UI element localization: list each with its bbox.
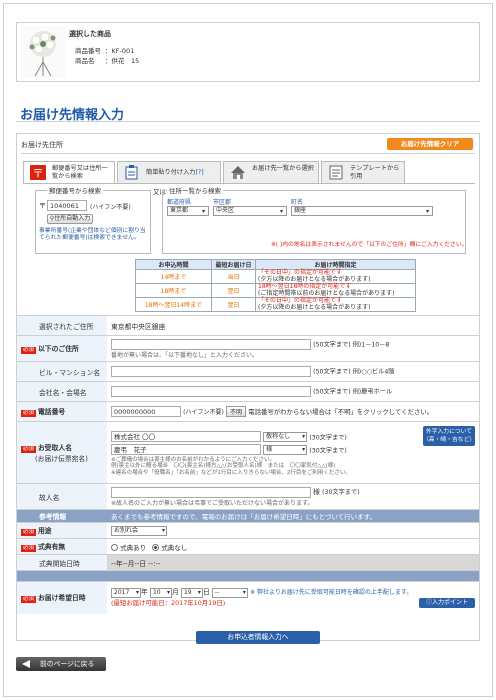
company-input[interactable]: [111, 386, 311, 397]
tab-template[interactable]: テンプレートから引用: [321, 161, 405, 183]
usage-row: 必須 用途 お別れ会 ▾: [17, 522, 479, 539]
earliest-date: (最短お届け可能日：2017年10月19日): [111, 599, 226, 608]
radio-ceremony-yes[interactable]: 式典あり: [111, 544, 146, 552]
delivery-form: お届け先住所 お届け先情報クリア 〒 郵便番号又は住所一覧から検索 簡単貼り付け…: [16, 133, 480, 644]
zip-note: 事業所番号(企業や団体など個別に割り当てられた郵便番号)は検索できません。: [39, 228, 146, 241]
day-select[interactable]: 19 ▾: [180, 588, 203, 599]
auto-fill-button[interactable]: ⚲住所自動入力: [47, 214, 93, 224]
section-divider: [21, 153, 475, 154]
recipient-line1-input[interactable]: [111, 430, 261, 442]
city-select[interactable]: 中央区 ▾: [213, 206, 287, 216]
radio-ceremony-no[interactable]: 式典なし: [152, 544, 187, 552]
address-search-legend: 住所一覧から検索: [167, 185, 223, 195]
city-label: 市区郡: [213, 199, 232, 206]
foreign-char-button[interactable]: 外字入力について（高・崎・吉など）: [423, 426, 475, 446]
document-icon: [328, 165, 344, 180]
honorific-select-1[interactable]: 敬称なし ▾: [263, 432, 308, 443]
postal-mark-icon: 〒: [30, 165, 46, 180]
product-thumbnail: [21, 26, 65, 78]
hour-select[interactable]: -- ▾: [211, 588, 248, 599]
back-button[interactable]: 前のページに戻る: [16, 657, 106, 671]
spacer-bar: [17, 570, 479, 582]
product-code: 商品番号 ：KF-001: [75, 47, 135, 55]
year-select[interactable]: 2017 ▾: [111, 588, 141, 599]
address-search-box: 都道府県 市区郡 町名 東京都 ▾ 中央区 ▾ 銀座 ▾ ※( )内の地名は表示されま…: [162, 190, 468, 254]
submit-button[interactable]: お申込者情報入力へ: [196, 631, 320, 644]
arrow-left-icon: [22, 660, 30, 668]
usage-select[interactable]: お別れ会 ▾: [111, 525, 167, 536]
table-row: 18時～翌日14時まで 翌日 「その日中」の指定が可能です (夕方以降のお届けとな…: [135, 297, 416, 312]
delivery-time-table: お申込時間 最短お届け日 お届け時間指定 14時まで 当日 「その日中」の指定が…: [135, 259, 416, 312]
tab-zip-search[interactable]: 〒 郵便番号又は住所一覧から検索: [23, 161, 115, 183]
town-label: 町名: [291, 199, 304, 206]
address-section-title: お届け先住所: [21, 141, 63, 149]
address-row: 必須 以下のご住所 (50文字まで) 例)1－10－8 番地が無い場合は、「以下番…: [17, 335, 479, 362]
selected-product-box: 選択した商品 商品番号 ：KF-001 商品名 ：供花 15: [16, 22, 480, 82]
spec-header: お届け時間指定: [255, 259, 416, 270]
day-header: 最短お届け日: [211, 259, 256, 270]
clipboard-icon: [124, 165, 140, 180]
address-form-table: 選択されたご住所 東京都中央区銀座 必須 以下のご住所 (50文字まで) 例)1－…: [17, 315, 479, 614]
paste-help-link[interactable]: [?]: [196, 169, 204, 176]
deceased-input[interactable]: [111, 486, 311, 498]
reference-header-row: 参考情報 あくまでも参考情報ですので、電報のお届けは「お届け希望日時」にもとづい…: [17, 509, 479, 523]
address-section-header: お届け先住所 お届け先情報クリア: [17, 134, 479, 152]
zip-hint: (ハイフン不要): [90, 204, 131, 211]
zip-search-legend: 郵便番号から検索: [47, 185, 103, 195]
honorific-select-2[interactable]: 様 ▾: [263, 445, 308, 456]
input-point-button[interactable]: ⓘ入力ポイント: [419, 598, 475, 609]
deceased-row: 故人名 様 (30文字まで) ※故人名のご入力が無い場合は弔事でご受取いただけな…: [17, 483, 479, 510]
zip-search-box: 〒 (ハイフン不要) ⚲住所自動入力 事業所番号(企業や団体など個別に割り当てら…: [35, 190, 151, 254]
chevron-down-icon: ▾: [425, 208, 429, 215]
product-section-title: 選択した商品: [69, 30, 111, 38]
ceremony-start-value: --年--月--日 --:--: [107, 554, 479, 571]
zip-input[interactable]: [47, 200, 87, 211]
address-note: ※( )内の地名は表示されませんので「以下のご住所」欄にご入力ください。: [271, 242, 468, 248]
selected-address-row: 選択されたご住所 東京都中央区銀座: [17, 315, 479, 336]
pref-label: 都道府県: [167, 199, 192, 206]
tab-baseline: [23, 183, 475, 184]
chevron-down-icon: ▾: [161, 526, 165, 534]
phone-input[interactable]: [111, 406, 181, 418]
table-row: 18時まで 翌日 18時～翌日18時の指定が可能です (ご指定時間帯以前のお届けと…: [135, 283, 416, 298]
ceremony-start-row: 式典開始日時 --年--月--日 --:--: [17, 554, 479, 571]
time-header: お申込時間: [135, 259, 212, 270]
pref-select[interactable]: 東京都 ▾: [167, 206, 209, 216]
chevron-down-icon: ▾: [279, 208, 283, 215]
table-row: 14時まで 当日 「その日中」の指定が可能です (夕方以降のお届けとなる場合があり…: [135, 269, 416, 284]
required-badge: 必須: [21, 347, 37, 354]
house-icon: [230, 165, 246, 180]
svg-text:〒: 〒: [33, 167, 44, 180]
tab-paste-input[interactable]: 簡単貼り付け入力[?]: [117, 161, 221, 183]
phone-row: 必須電話番号 (ハイフン不要) 不明 電話番号がわからない場合は「不明」をクリッ…: [17, 401, 479, 422]
title-divider: [16, 121, 480, 122]
company-row: 会社名・会場名 (50文字まで) 例)慶弔ホール: [17, 381, 479, 402]
town-select[interactable]: 銀座 ▾: [291, 206, 433, 216]
tab-address-list[interactable]: お届け先一覧から選択: [223, 161, 319, 183]
building-row: ビル・マンション名 (50文字まで) 例)○○ビル4階: [17, 361, 479, 382]
chevron-down-icon: ▾: [302, 446, 306, 454]
recipient-line2-input[interactable]: [111, 443, 261, 455]
product-name: 商品名 ：供花 15: [75, 57, 140, 65]
selected-address-value: 東京都中央区銀座: [107, 315, 479, 336]
ceremony-row: 必須 式典有無 式典あり 式典なし: [17, 538, 479, 555]
search-tabs: 〒 郵便番号又は住所一覧から検索 簡単貼り付け入力[?] お届け先一覧から選択 …: [23, 161, 473, 183]
building-input[interactable]: [111, 366, 311, 377]
clear-button[interactable]: お届け先情報クリア: [387, 138, 473, 150]
month-select[interactable]: 10 ▾: [149, 588, 172, 599]
phone-unknown-button[interactable]: 不明: [226, 405, 247, 417]
delivery-date-row: 必須 お届け希望日時 2017 ▾ 年 10 ▾ 月 19 ▾ 日 -- ▾ ※ 弊社よりお届け…: [17, 581, 479, 614]
recipient-row: 必須お受取人名(お届け伝票宛名) 敬称なし▾ (30文字まで) 様▾ (30文字…: [17, 421, 479, 484]
chevron-down-icon: ▾: [201, 208, 205, 215]
chevron-down-icon: ▾: [302, 433, 306, 441]
postal-prefix: 〒: [39, 202, 46, 210]
address-input[interactable]: [111, 338, 311, 350]
